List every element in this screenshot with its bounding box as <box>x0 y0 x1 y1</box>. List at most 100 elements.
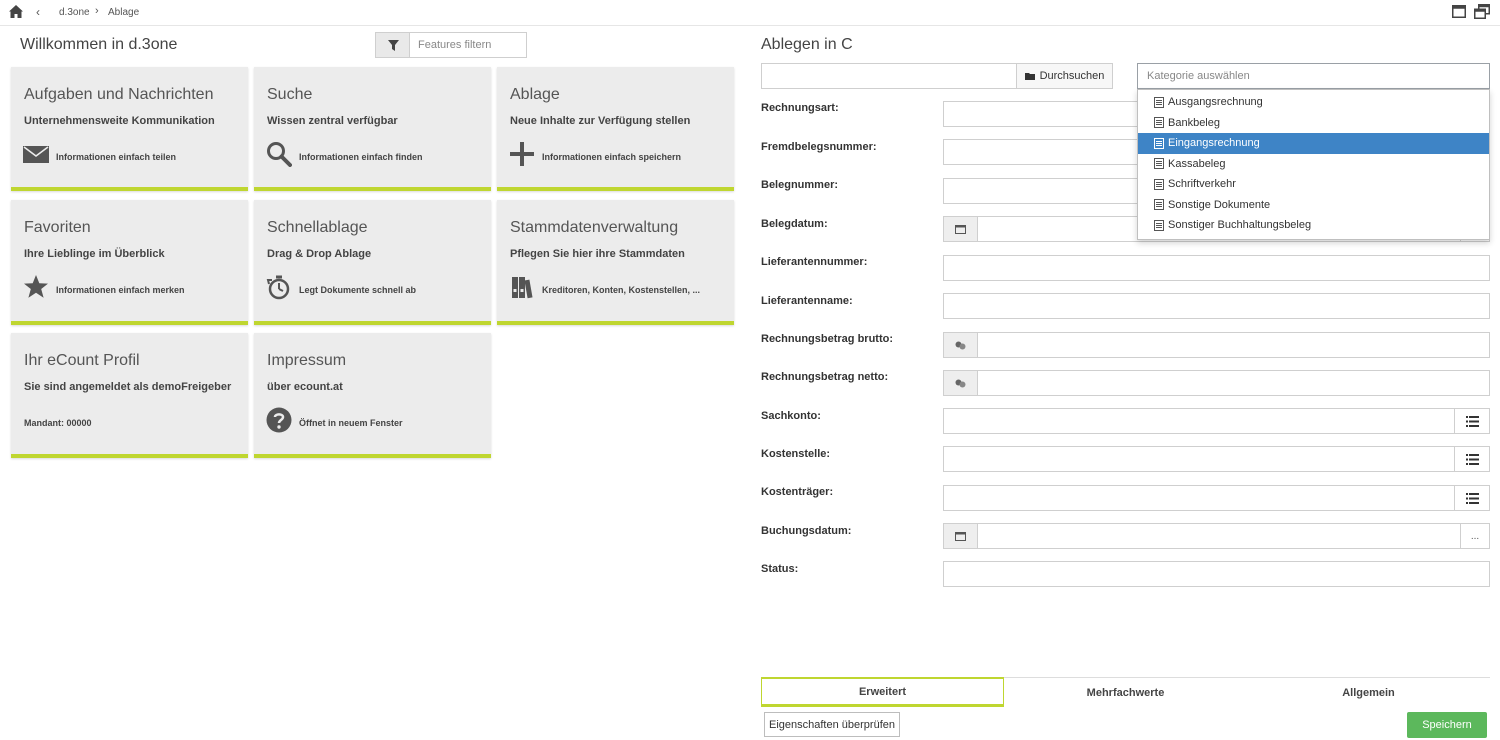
breadcrumb-item-d3one[interactable]: d.3one <box>59 7 90 18</box>
list-icon <box>1465 415 1479 427</box>
tile-title: Impressum <box>267 352 347 369</box>
tile-title: Schnellablage <box>267 219 368 236</box>
category-option-label: Schriftverkehr <box>1168 178 1236 191</box>
maximize-icon[interactable] <box>1452 5 1466 18</box>
category-option[interactable]: Ausgangsrechnung <box>1138 92 1489 113</box>
netto-currency-addon <box>943 370 978 396</box>
lieferantennummer-input[interactable] <box>943 255 1490 281</box>
star-icon <box>24 275 48 298</box>
calendar-icon <box>955 532 966 541</box>
browse-button-label: Durchsuchen <box>1039 70 1105 82</box>
status-input[interactable] <box>943 561 1490 587</box>
field-label-buchungsdatum: Buchungsdatum: <box>761 525 852 537</box>
home-icon[interactable] <box>8 4 24 20</box>
tile-title: Aufgaben und Nachrichten <box>24 86 214 103</box>
tile-description: Informationen einfach merken <box>56 285 185 295</box>
category-option[interactable]: Schriftverkehr <box>1138 174 1489 195</box>
category-option[interactable]: Kassabeleg <box>1138 154 1489 175</box>
sachkonto-input[interactable] <box>943 408 1455 434</box>
kostenstelle-list-button[interactable] <box>1454 446 1490 472</box>
tile-title: Stammdatenverwaltung <box>510 219 679 236</box>
target-path-input[interactable] <box>761 63 1017 89</box>
browse-button[interactable]: Durchsuchen <box>1016 63 1113 89</box>
field-label-status: Status: <box>761 563 799 575</box>
tile-aufgaben-nachrichten[interactable]: Aufgaben und Nachrichten Unternehmenswei… <box>11 67 248 191</box>
tile-description: Mandant: 00000 <box>24 418 92 428</box>
save-button[interactable]: Speichern <box>1407 712 1487 738</box>
kostentraeger-list-button[interactable] <box>1454 485 1490 511</box>
category-option[interactable]: Bankbeleg <box>1138 113 1489 134</box>
back-icon[interactable]: ‹ <box>36 5 40 19</box>
category-option[interactable]: Sonstiger Buchhaltungsbeleg <box>1138 215 1489 236</box>
buchungsdatum-calendar-button[interactable] <box>943 523 978 549</box>
breadcrumb-item-ablage: Ablage <box>108 7 140 18</box>
category-option-label: Eingangsrechnung <box>1168 137 1260 150</box>
tile-suche[interactable]: Suche Wissen zentral verfügbar Informati… <box>254 67 491 191</box>
category-dropdown: Ausgangsrechnung Bankbeleg Eingangsrechn… <box>1137 89 1490 240</box>
upload-title: Ablegen in C <box>761 36 853 53</box>
rechnungsbetrag-brutto-input[interactable] <box>977 332 1490 358</box>
rechnungsbetrag-netto-input[interactable] <box>977 370 1490 396</box>
calendar-icon <box>955 225 966 234</box>
tile-ecount-profil[interactable]: Ihr eCount Profil Sie sind angemeldet al… <box>11 333 248 458</box>
envelope-icon <box>23 146 49 163</box>
field-label-belegdatum: Belegdatum: <box>761 218 828 230</box>
field-label-lieferantennummer: Lieferantennummer: <box>761 256 868 268</box>
restore-window-icon[interactable] <box>1474 4 1490 19</box>
folder-open-icon <box>1024 72 1035 80</box>
field-label-lieferantenname: Lieferantenname: <box>761 295 853 307</box>
lieferantenname-input[interactable] <box>943 293 1490 319</box>
category-option[interactable]: Sonstige Dokumente <box>1138 195 1489 216</box>
field-label-rechnungsbetrag-netto: Rechnungsbetrag netto: <box>761 371 889 383</box>
list-icon <box>1465 453 1479 465</box>
field-label-rechnungsart: Rechnungsart: <box>761 102 839 114</box>
money-icon <box>955 379 966 387</box>
tile-subtitle: Wissen zentral verfügbar <box>267 115 398 127</box>
tile-schnellablage[interactable]: Schnellablage Drag & Drop Ablage Legt Do… <box>254 200 491 325</box>
field-label-sachkonto: Sachkonto: <box>761 410 821 422</box>
sachkonto-list-button[interactable] <box>1454 408 1490 434</box>
field-label-rechnungsbetrag-brutto: Rechnungsbetrag brutto: <box>761 333 893 345</box>
kostenstelle-input[interactable] <box>943 446 1455 472</box>
tab-mehrfachwerte[interactable]: Mehrfachwerte <box>1004 677 1247 707</box>
tile-ablage[interactable]: Ablage Neue Inhalte zur Verfügung stelle… <box>497 67 734 191</box>
binders-icon <box>512 277 533 299</box>
tile-title: Favoriten <box>24 219 91 236</box>
brutto-currency-addon <box>943 332 978 358</box>
document-icon <box>1154 158 1164 170</box>
tile-subtitle: über ecount.at <box>267 381 343 393</box>
tile-favoriten[interactable]: Favoriten Ihre Lieblinge im Überblick In… <box>11 200 248 325</box>
tile-description: Kreditoren, Konten, Kostenstellen, ... <box>542 285 701 295</box>
field-label-kostentraeger: Kostenträger: <box>761 486 834 498</box>
tab-erweitert[interactable]: Erweitert <box>761 677 1004 707</box>
plus-icon <box>510 142 534 166</box>
tile-description: Legt Dokumente schnell ab <box>299 285 417 295</box>
buchungsdatum-more-button[interactable]: ... <box>1460 523 1490 549</box>
top-bar: ‹ d.3one › Ablage <box>0 0 1500 26</box>
document-icon <box>1154 178 1164 190</box>
category-option-label: Kassabeleg <box>1168 157 1226 170</box>
tile-subtitle: Ihre Lieblinge im Überblick <box>24 248 165 260</box>
belegdatum-calendar-button[interactable] <box>943 216 978 242</box>
breadcrumb-separator: › <box>95 5 99 17</box>
tab-allgemein[interactable]: Allgemein <box>1247 677 1490 707</box>
field-label-fremdbelegsnummer: Fremdbelegsnummer: <box>761 141 877 153</box>
document-icon <box>1154 117 1164 129</box>
category-option-selected[interactable]: Eingangsrechnung <box>1138 133 1489 154</box>
features-filter-input[interactable] <box>409 32 527 58</box>
buchungsdatum-input[interactable] <box>977 523 1461 549</box>
tile-description: Informationen einfach teilen <box>56 152 177 162</box>
tile-title: Ablage <box>510 86 560 103</box>
category-option-label: Sonstiger Buchhaltungsbeleg <box>1168 219 1312 232</box>
field-label-belegnummer: Belegnummer: <box>761 179 839 191</box>
kostentraeger-input[interactable] <box>943 485 1455 511</box>
check-properties-button[interactable]: Eigenschaften überprüfen <box>764 712 900 737</box>
tile-impressum[interactable]: Impressum über ecount.at Öffnet in neuem… <box>254 333 491 458</box>
filter-button[interactable] <box>375 32 410 58</box>
document-icon <box>1154 219 1164 231</box>
tile-title: Suche <box>267 86 313 103</box>
category-select-input[interactable] <box>1137 63 1490 89</box>
list-icon <box>1465 492 1479 504</box>
tile-stammdatenverwaltung[interactable]: Stammdatenverwaltung Pflegen Sie hier ih… <box>497 200 734 325</box>
search-icon <box>267 142 292 167</box>
